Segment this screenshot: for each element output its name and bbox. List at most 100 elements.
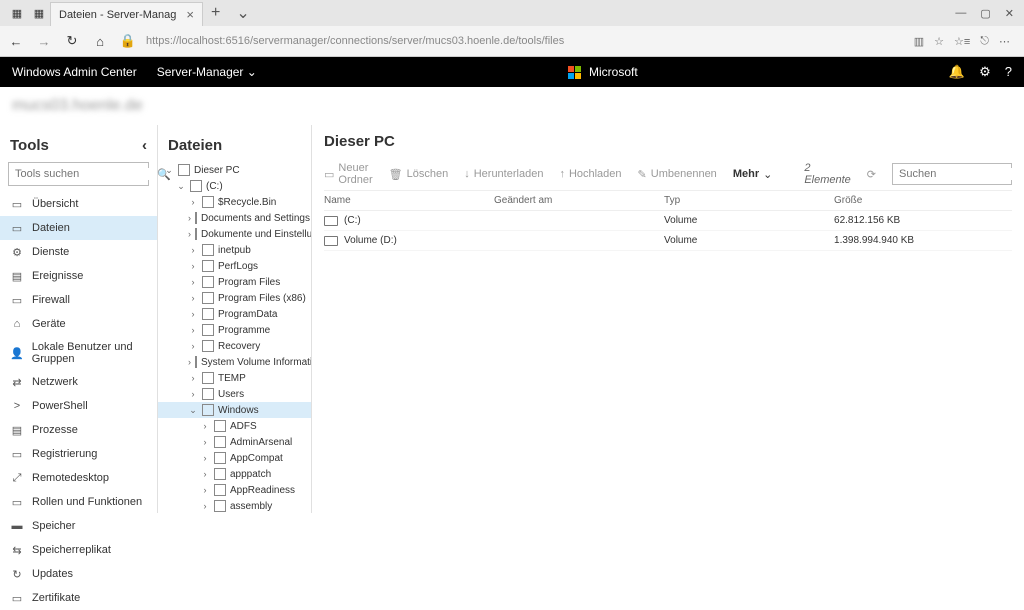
chevron-icon[interactable]: › (188, 197, 198, 207)
chevron-icon[interactable]: › (188, 357, 191, 367)
sidebar-item-dateien[interactable]: ▭Dateien (0, 216, 157, 240)
tree-node[interactable]: ›Program Files (x86) (158, 290, 311, 306)
col-name[interactable]: Name (324, 195, 494, 206)
tools-search[interactable]: 🔍 (8, 162, 149, 186)
table-row[interactable]: (C:)Volume62.812.156 KB (324, 211, 1012, 231)
chevron-icon[interactable]: › (188, 245, 198, 255)
reader-icon[interactable]: ▥ (914, 35, 924, 48)
more-icon[interactable]: ⋯ (999, 35, 1010, 48)
tree-node[interactable]: ›Dokumente und Einstellungen (158, 226, 311, 242)
wac-context[interactable]: Server-Manager ⌄ (157, 65, 257, 79)
sidebar-item-geräte[interactable]: ⌂Geräte (0, 312, 157, 336)
maximize-icon[interactable]: ▢ (980, 7, 990, 20)
tree-node[interactable]: ⌄Dieser PC (158, 162, 311, 178)
tree-node[interactable]: ›assembly (158, 498, 311, 513)
tree-node[interactable]: ⌄(C:) (158, 178, 311, 194)
chevron-icon[interactable]: ⌄ (176, 181, 186, 192)
sidebar-item-firewall[interactable]: ▭Firewall (0, 288, 157, 312)
sidebar-item-dienste[interactable]: ⚙Dienste (0, 240, 157, 264)
tree-node[interactable]: ›ADFS (158, 418, 311, 434)
favorites-icon[interactable]: ☆≡ (954, 35, 970, 48)
chevron-icon[interactable]: ⌄ (188, 405, 198, 416)
close-window-icon[interactable]: ✕ (1005, 7, 1014, 20)
chevron-icon[interactable]: › (188, 325, 198, 335)
back-button[interactable]: ← (6, 34, 26, 49)
tree-node[interactable]: ›Documents and Settings (158, 210, 311, 226)
tree-node[interactable]: ›apppatch (158, 466, 311, 482)
col-modified[interactable]: Geändert am (494, 195, 664, 206)
chevron-icon[interactable]: › (200, 469, 210, 479)
tree-node[interactable]: ›AppCompat (158, 450, 311, 466)
sidebar-item-speicher[interactable]: ▬Speicher (0, 514, 157, 538)
tree-node[interactable]: ›Programme (158, 322, 311, 338)
sidebar-item-prozesse[interactable]: ▤Prozesse (0, 418, 157, 442)
new-tab-button[interactable]: + (203, 4, 228, 22)
chevron-icon[interactable]: › (188, 293, 198, 303)
browser-tab[interactable]: Dateien - Server-Manag × (50, 2, 203, 26)
sidebar-item-ereignisse[interactable]: ▤Ereignisse (0, 264, 157, 288)
notifications-icon[interactable]: 🔔 (949, 64, 965, 80)
delete-button[interactable]: 🗑 Löschen (389, 168, 449, 181)
tree-node[interactable]: ›TEMP (158, 370, 311, 386)
chevron-icon[interactable]: › (188, 373, 198, 383)
tree-node[interactable]: ›Users (158, 386, 311, 402)
sidebar-item-updates[interactable]: ↻Updates (0, 562, 157, 586)
chevron-icon[interactable]: › (188, 277, 198, 287)
more-button[interactable]: Mehr ⌄ (733, 168, 773, 181)
settings-icon[interactable]: ⚙ (979, 64, 991, 80)
download-button[interactable]: ↓ Herunterladen (464, 168, 543, 180)
chevron-icon[interactable]: › (188, 341, 198, 351)
tools-search-input[interactable] (15, 168, 157, 180)
share-icon[interactable]: ⎋ (980, 35, 989, 48)
rename-button[interactable]: ✎ Umbenennen (638, 168, 717, 181)
sidebar-item-lokale-benutzer-und-gruppen[interactable]: 👤Lokale Benutzer und Gruppen (0, 336, 157, 370)
sidebar-item-speicherreplikat[interactable]: ⇆Speicherreplikat (0, 538, 157, 562)
tree-node[interactable]: ›$Recycle.Bin (158, 194, 311, 210)
tree-node[interactable]: ›ProgramData (158, 306, 311, 322)
sidebar-item-powershell[interactable]: >PowerShell (0, 394, 157, 418)
chevron-icon[interactable]: › (188, 229, 191, 239)
col-size[interactable]: Größe (834, 195, 1012, 206)
collapse-icon[interactable]: ‹ (142, 137, 147, 154)
close-icon[interactable]: × (186, 7, 194, 22)
chevron-icon[interactable]: › (200, 437, 210, 447)
forward-button[interactable]: → (34, 34, 54, 49)
tree-node[interactable]: ›Program Files (158, 274, 311, 290)
wac-title[interactable]: Windows Admin Center (12, 65, 137, 79)
tree-node[interactable]: ⌄Windows (158, 402, 311, 418)
refresh-icon[interactable]: ⟳ (867, 168, 876, 181)
tree-node[interactable]: ›AppReadiness (158, 482, 311, 498)
sidebar-item-rollen-und-funktionen[interactable]: ▭Rollen und Funktionen (0, 490, 157, 514)
upload-button[interactable]: ↑ Hochladen (559, 168, 621, 180)
tree-node[interactable]: ›PerfLogs (158, 258, 311, 274)
minimize-icon[interactable]: — (955, 7, 966, 20)
tree-node[interactable]: ›System Volume Information (158, 354, 311, 370)
star-icon[interactable]: ☆ (934, 35, 944, 48)
sidebar-item-netzwerk[interactable]: ⇄Netzwerk (0, 370, 157, 394)
home-button[interactable]: ⌂ (90, 34, 110, 49)
tab-chevron-icon[interactable]: ⌄ (228, 3, 257, 23)
help-icon[interactable]: ? (1005, 64, 1012, 80)
chevron-icon[interactable]: › (200, 485, 210, 495)
content-search-input[interactable] (899, 168, 1024, 180)
chevron-icon[interactable]: › (200, 501, 210, 511)
sidebar-item-registrierung[interactable]: ▭Registrierung (0, 442, 157, 466)
tree-node[interactable]: ›inetpub (158, 242, 311, 258)
tree-node[interactable]: ›AdminArsenal (158, 434, 311, 450)
table-row[interactable]: Volume (D:)Volume1.398.994.940 KB (324, 231, 1012, 251)
url-input[interactable]: https://localhost:6516/servermanager/con… (146, 33, 906, 49)
chevron-icon[interactable]: › (188, 309, 198, 319)
sidebar-item-übersicht[interactable]: ▭Übersicht (0, 192, 157, 216)
refresh-button[interactable]: ↻ (62, 33, 82, 49)
sidebar-item-zertifikate[interactable]: ▭Zertifikate (0, 586, 157, 610)
chevron-icon[interactable]: ⌄ (164, 165, 174, 176)
col-type[interactable]: Typ (664, 195, 834, 206)
new-folder-button[interactable]: ▭ Neuer Ordner (324, 162, 373, 186)
tree-node[interactable]: ›Recovery (158, 338, 311, 354)
content-search[interactable]: 🔍 (892, 163, 1012, 185)
chevron-icon[interactable]: › (200, 453, 210, 463)
chevron-icon[interactable]: › (188, 389, 198, 399)
chevron-icon[interactable]: › (188, 213, 191, 223)
chevron-icon[interactable]: › (188, 261, 198, 271)
chevron-icon[interactable]: › (200, 421, 210, 431)
